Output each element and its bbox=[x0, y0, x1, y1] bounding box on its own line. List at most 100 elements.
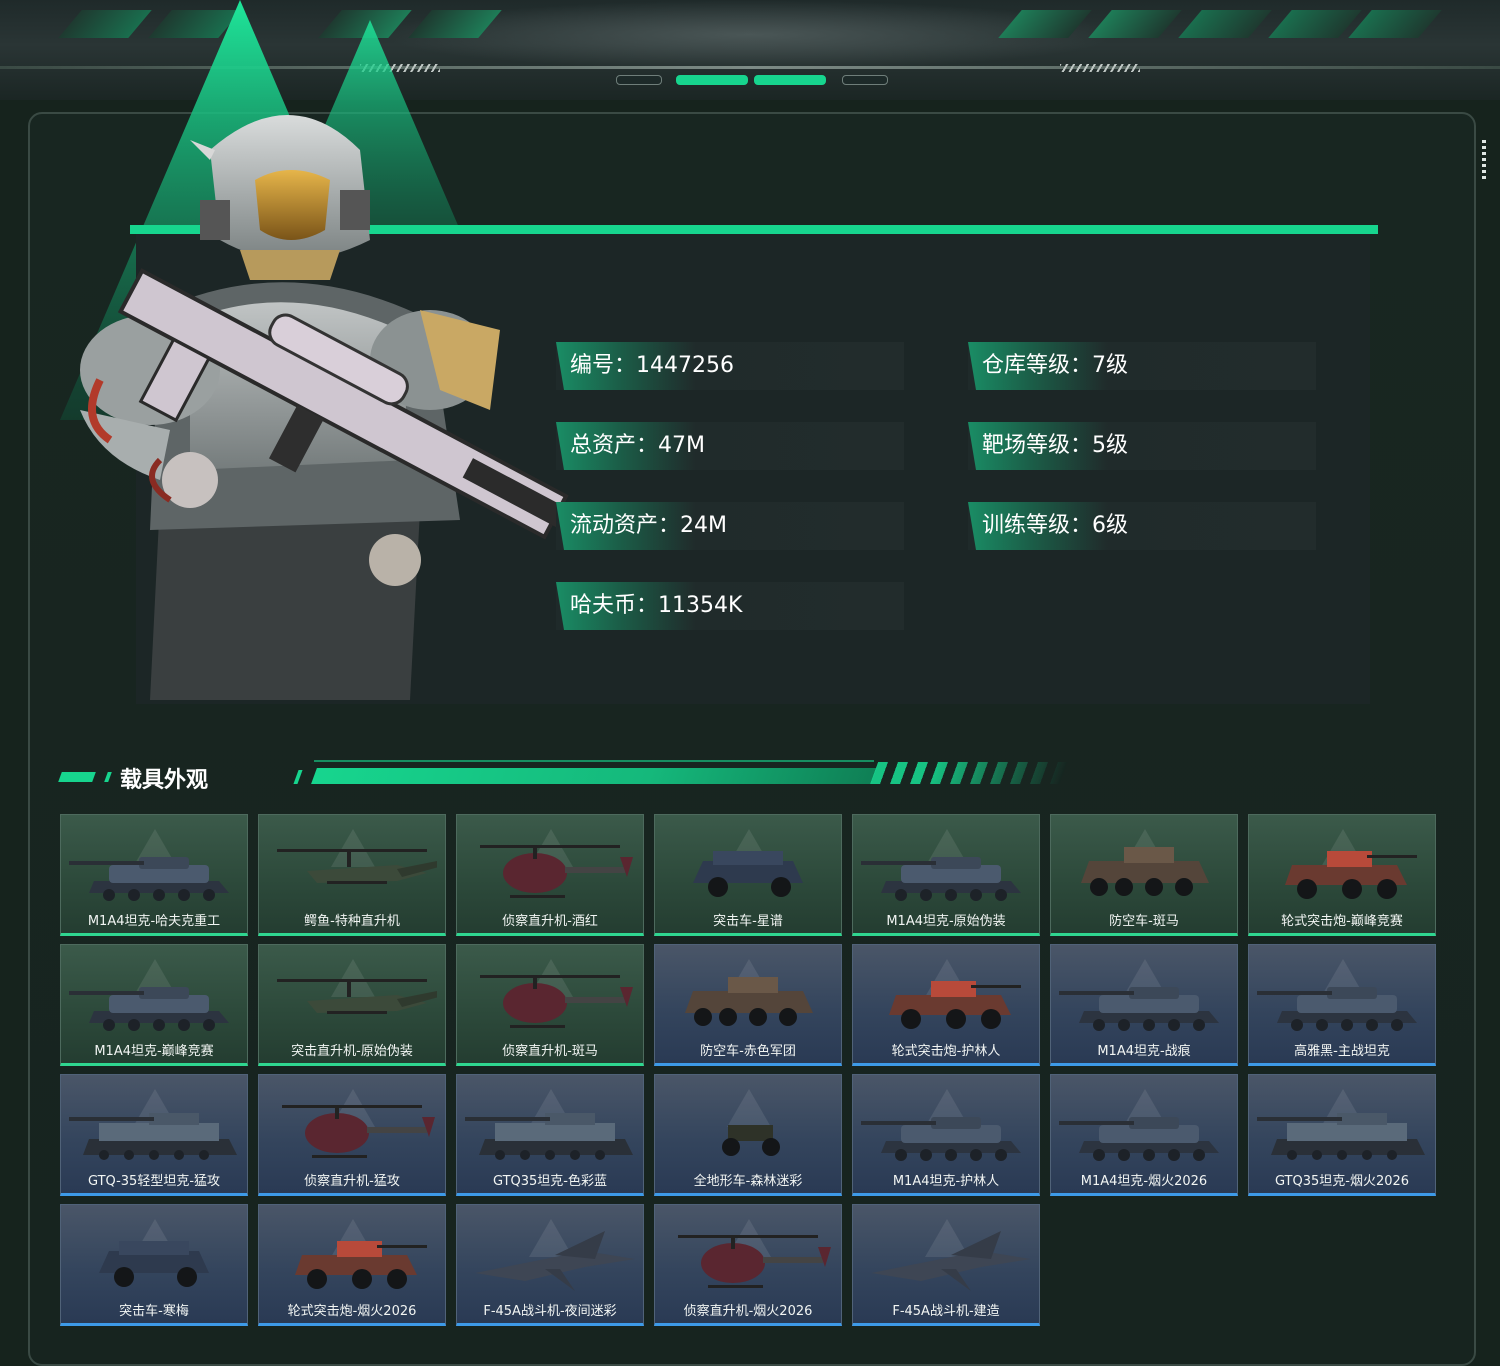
header-stripe bbox=[1178, 10, 1272, 38]
vehicle-skin-name: 轮式突击炮-巅峰竞赛 bbox=[1281, 914, 1403, 929]
vehicle-skin-name: 侦察直升机-酒红 bbox=[502, 914, 598, 929]
tank-icon bbox=[861, 1117, 1021, 1161]
vehicle-skin-name: 防空车-斑马 bbox=[1109, 914, 1179, 929]
vehicle-skin-name: 侦察直升机-猛攻 bbox=[304, 1174, 400, 1189]
vehicle-skin-card[interactable]: 鳄鱼-特种直升机 bbox=[258, 814, 446, 936]
tank-icon bbox=[69, 987, 229, 1031]
stat-text: 靶场等级：5级 bbox=[982, 433, 1128, 458]
vehicle-skin-card[interactable]: M1A4坦克-原始伪装 bbox=[852, 814, 1040, 936]
stat-text: 总资产：47M bbox=[570, 433, 705, 458]
tank-icon bbox=[861, 857, 1021, 901]
light-tank-icon bbox=[69, 1113, 237, 1160]
vehicle-skin-card[interactable]: 防空车-斑马 bbox=[1050, 814, 1238, 936]
header-stripe bbox=[1348, 10, 1442, 38]
vehicle-skins-section-header: 载具外观 bbox=[58, 758, 1070, 798]
header-accent-tick bbox=[293, 770, 303, 784]
vehicle-skin-card[interactable]: M1A4坦克-巅峰竞赛 bbox=[60, 944, 248, 1066]
header-stripe bbox=[1268, 10, 1362, 38]
vehicle-skin-name: GTQ-35轻型坦克-猛攻 bbox=[87, 1174, 221, 1189]
wheeled-gun-icon bbox=[889, 981, 1021, 1029]
vehicle-skin-name: F-45A战斗机-夜间迷彩 bbox=[483, 1304, 617, 1319]
vehicle-skin-name: M1A4坦克-巅峰竞赛 bbox=[94, 1044, 214, 1059]
stat-range-level: 靶场等级：5级 bbox=[968, 422, 1316, 470]
vehicle-skin-card[interactable]: M1A4坦克-哈夫克重工 bbox=[60, 814, 248, 936]
vehicle-skin-name: M1A4坦克-哈夫克重工 bbox=[87, 914, 221, 929]
stat-training-level: 训练等级：6级 bbox=[968, 502, 1316, 550]
attack-heli-icon bbox=[277, 849, 437, 884]
vehicle-skin-card[interactable]: 突击直升机-原始伪装 bbox=[258, 944, 446, 1066]
aa-vehicle-icon bbox=[1081, 847, 1209, 896]
vehicle-skin-card[interactable]: 轮式突击炮-烟火2026 bbox=[258, 1204, 446, 1326]
atv-icon bbox=[722, 1125, 780, 1156]
header-pill-active bbox=[676, 75, 748, 85]
header-accent-tick bbox=[104, 772, 112, 782]
stat-text: 哈夫币：11354K bbox=[570, 593, 743, 618]
tank-icon bbox=[1059, 1117, 1219, 1161]
scout-heli-icon bbox=[480, 975, 633, 1028]
jet-icon bbox=[871, 1231, 1031, 1291]
vehicle-skin-card[interactable]: GTQ35坦克-色彩蓝 bbox=[456, 1074, 644, 1196]
operator-portrait bbox=[80, 115, 579, 700]
stat-haf-coin: 哈夫币：11354K bbox=[556, 582, 904, 630]
vehicle-skin-name: 侦察直升机-烟火2026 bbox=[683, 1304, 813, 1319]
assault-car-icon bbox=[99, 1241, 209, 1287]
header-thin-line bbox=[314, 760, 874, 762]
vehicle-skin-card[interactable]: M1A4坦克-护林人 bbox=[852, 1074, 1040, 1196]
vehicle-skin-card[interactable]: GTQ35坦克-烟火2026 bbox=[1248, 1074, 1436, 1196]
vehicle-skin-name: 突击车-星谱 bbox=[713, 914, 783, 929]
stat-text: 流动资产：24M bbox=[570, 513, 727, 538]
light-tank-icon bbox=[1257, 1113, 1425, 1160]
scout-heli-icon bbox=[282, 1105, 435, 1158]
light-tank-icon bbox=[465, 1113, 633, 1160]
header-accent-bar bbox=[58, 772, 96, 782]
vehicle-skin-card[interactable]: F-45A战斗机-夜间迷彩 bbox=[456, 1204, 644, 1326]
header-checker-pattern bbox=[869, 762, 1069, 784]
tank-icon bbox=[69, 857, 229, 901]
stat-id: 编号：1447256 bbox=[556, 342, 904, 390]
assault-car-icon bbox=[693, 851, 803, 897]
header-pill bbox=[842, 75, 888, 85]
tank-icon bbox=[1257, 987, 1417, 1031]
header-pill-active bbox=[754, 75, 826, 85]
scout-heli-icon bbox=[678, 1235, 831, 1288]
wheeled-gun-icon bbox=[295, 1241, 427, 1289]
stat-text: 仓库等级：7级 bbox=[982, 353, 1128, 378]
vehicle-skin-card[interactable]: 侦察直升机-猛攻 bbox=[258, 1074, 446, 1196]
vehicle-skin-name: 鳄鱼-特种直升机 bbox=[304, 914, 400, 929]
stat-text: 训练等级：6级 bbox=[982, 513, 1128, 538]
vehicle-skin-card[interactable]: 侦察直升机-烟火2026 bbox=[654, 1204, 842, 1326]
vehicle-skin-card[interactable]: M1A4坦克-战痕 bbox=[1050, 944, 1238, 1066]
scout-heli-icon bbox=[480, 845, 633, 898]
tank-icon bbox=[1059, 987, 1219, 1031]
vehicle-skin-name: M1A4坦克-原始伪装 bbox=[886, 914, 1006, 929]
stat-total-assets: 总资产：47M bbox=[556, 422, 904, 470]
header-pill bbox=[616, 75, 662, 85]
vehicle-skin-name: GTQ35坦克-色彩蓝 bbox=[492, 1174, 608, 1189]
vehicle-skin-name: 侦察直升机-斑马 bbox=[502, 1044, 598, 1059]
vehicle-skin-name: 突击车-寒梅 bbox=[119, 1304, 189, 1319]
vehicle-skin-card[interactable]: 轮式突击炮-巅峰竞赛 bbox=[1248, 814, 1436, 936]
side-dots-decoration bbox=[1482, 140, 1486, 180]
vehicle-skin-card[interactable]: 突击车-寒梅 bbox=[60, 1204, 248, 1326]
attack-heli-icon bbox=[277, 979, 437, 1014]
vehicle-skin-card[interactable]: M1A4坦克-烟火2026 bbox=[1050, 1074, 1238, 1196]
aa-vehicle-icon bbox=[685, 977, 813, 1026]
vehicle-skin-name: F-45A战斗机-建造 bbox=[892, 1304, 1000, 1319]
vehicle-skin-grid: M1A4坦克-哈夫克重工 鳄鱼-特种直升机 侦察直升机-酒红 突击车-星谱 M1A4坦克… bbox=[60, 814, 1440, 1326]
vehicle-skin-card[interactable]: GTQ-35轻型坦克-猛攻 bbox=[60, 1074, 248, 1196]
vehicle-skin-card[interactable]: 高雅黑-主战坦克 bbox=[1248, 944, 1436, 1066]
vehicle-skin-name: 全地形车-森林迷彩 bbox=[693, 1174, 803, 1189]
vehicle-skin-name: GTQ35坦克-烟火2026 bbox=[1274, 1174, 1410, 1189]
vehicle-skin-name: 防空车-赤色军团 bbox=[700, 1044, 796, 1059]
header-hatch bbox=[1060, 64, 1140, 72]
vehicle-skin-name: M1A4坦克-烟火2026 bbox=[1080, 1174, 1208, 1189]
vehicle-skin-card[interactable]: F-45A战斗机-建造 bbox=[852, 1204, 1040, 1326]
vehicle-skin-card[interactable]: 轮式突击炮-护林人 bbox=[852, 944, 1040, 1066]
vehicle-skin-card[interactable]: 全地形车-森林迷彩 bbox=[654, 1074, 842, 1196]
vehicle-skin-card[interactable]: 侦察直升机-斑马 bbox=[456, 944, 644, 1066]
vehicle-skin-name: M1A4坦克-战痕 bbox=[1097, 1044, 1191, 1059]
vehicle-skin-card[interactable]: 侦察直升机-酒红 bbox=[456, 814, 644, 936]
vehicle-skin-card[interactable]: 突击车-星谱 bbox=[654, 814, 842, 936]
vehicle-skin-card[interactable]: 防空车-赤色军团 bbox=[654, 944, 842, 1066]
vehicle-skin-name: 轮式突击炮-护林人 bbox=[891, 1044, 1001, 1059]
